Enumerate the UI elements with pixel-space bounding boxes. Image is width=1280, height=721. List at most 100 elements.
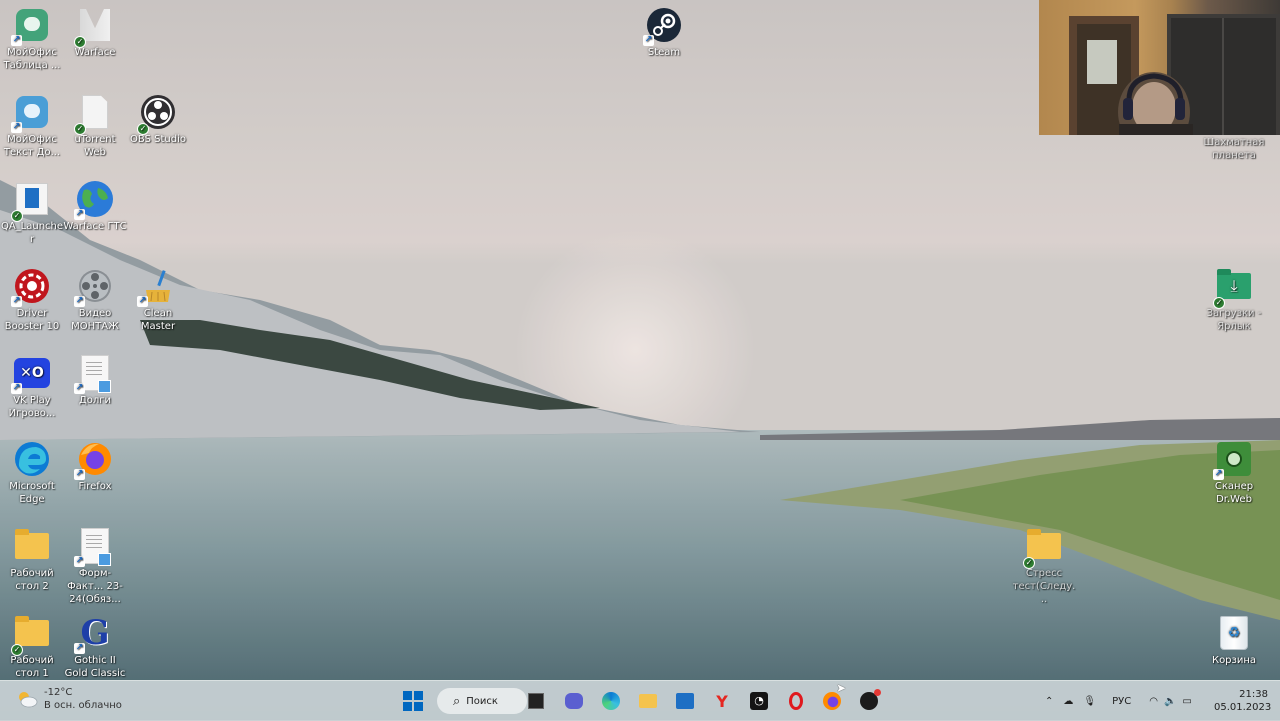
weather-temperature: -12°C (44, 687, 73, 698)
desktop-icon-gothic[interactable]: G ↗ Gothic II Gold Classic (63, 614, 127, 680)
desktop-icon-label: Clean Master (140, 308, 176, 332)
vk-play-icon: ✕O ↗ (11, 354, 51, 394)
chat-button[interactable] (562, 689, 586, 713)
chat-icon (565, 693, 583, 709)
desktop-icon-vk-play[interactable]: ✕O ↗ VK Play Игрово... (0, 354, 64, 420)
mouse-cursor: ➤ (836, 681, 847, 695)
globe-icon: ↗ (74, 180, 114, 220)
desktop-icon-label: Загрузки - Ярлык (1206, 308, 1262, 332)
desktop-icon-qa-launcher[interactable]: ✓ QA_Launcher (0, 180, 64, 246)
search-icon: ⌕ (453, 693, 461, 709)
battery-icon[interactable]: ▭ (1182, 696, 1191, 707)
desktop-icon-label: Рабочий стол 2 (10, 568, 54, 592)
desktop-icon-moi-tablitsy[interactable]: ↗ МойОфис Таблица ... (0, 6, 64, 72)
weather-widget[interactable]: -12°C В осн. облачно (16, 686, 122, 712)
desktop-icon-driver-booster[interactable]: ↗ Driver Booster 10 (0, 267, 64, 333)
steam-icon: ↗ (643, 6, 683, 46)
desktop-icon-label: Microsoft Edge (9, 481, 55, 505)
desktop-icon-label: OBS Studio (130, 134, 186, 145)
desktop-icon-warface[interactable]: ✓ Warface (63, 6, 127, 59)
desktop-icon-label: Рабочий стол 1 (10, 655, 54, 679)
spreadsheet-app-icon: ↗ (11, 6, 51, 46)
start-icon (403, 691, 423, 711)
search-label: Поиск (466, 695, 498, 707)
volume-icon[interactable]: 🔈 (1164, 696, 1176, 707)
folder-icon: ✓ (11, 614, 51, 656)
desktop-icon-chess[interactable]: Шахматная планета (1202, 136, 1266, 162)
desktop-icon-drweb[interactable]: ↗ Сканер Dr.Web (1202, 440, 1266, 506)
speed-app-button[interactable]: ◔ (747, 689, 771, 713)
desktop-icon-desktop1[interactable]: ✓ Рабочий стол 1 (0, 614, 64, 680)
clock-date: 05.01.2023 (1214, 702, 1272, 713)
desktop-icon-edge[interactable]: Microsoft Edge (0, 440, 64, 506)
folder-icon (13, 527, 51, 565)
language-indicator[interactable]: РУС (1112, 696, 1131, 707)
broom-icon: ↗ (137, 267, 177, 307)
speedometer-icon: ◔ (750, 692, 768, 710)
document-icon: ↗ (74, 527, 114, 567)
desktop-icon-label: МойОфис Таблица ... (3, 47, 61, 71)
desktop-icon-moi-tekst[interactable]: ↗ МойОфис Текст До... (0, 93, 64, 159)
clock[interactable]: 21:38 05.01.2023 (1214, 688, 1272, 714)
drweb-spider-icon: ↗ (1213, 440, 1253, 480)
firefox-icon: ↗ (74, 440, 114, 480)
desktop-icon-dolgi[interactable]: ↗ Долги (63, 354, 127, 407)
desktop-icon-warface-gts[interactable]: ↗ Warface ГТС (63, 180, 127, 233)
desktop-icon-stress[interactable]: ✓ Стресс тест(Следу... (1012, 527, 1076, 606)
desktop-icon-label: Шахматная планета (1203, 137, 1265, 161)
desktop-icon-firefox[interactable]: ↗ Firefox (63, 440, 127, 493)
desktop-icon-label: Steam (647, 47, 681, 58)
desktop-icon-label: Warface (74, 47, 116, 58)
clock-time: 21:38 (1239, 689, 1268, 700)
chevron-up-icon[interactable]: ⌃ (1045, 696, 1053, 707)
desktop-icon-label: Видео МОНТАЖ (71, 308, 119, 332)
obs-icon: ✓ (137, 93, 177, 135)
desktop-icon-label: Firefox (78, 481, 112, 492)
desktop-icon-label: Сканер Dr.Web (1214, 481, 1254, 505)
edge-taskbar-button[interactable] (599, 689, 623, 713)
opera-icon (789, 692, 803, 710)
desktop-icon-video-montazh[interactable]: ↗ Видео МОНТАЖ (63, 267, 127, 333)
weather-description: В осн. облачно (44, 700, 122, 711)
microphone-icon[interactable]: 🎙 (1083, 696, 1096, 707)
launcher-icon: ✓ (11, 180, 51, 222)
desktop-icon-steam[interactable]: ↗ Steam (632, 6, 696, 59)
text-editor-app-icon: ↗ (11, 93, 51, 133)
desktop-icon-label: Warface ГТС (63, 221, 127, 232)
desktop-icon-label: Стресс тест(Следу... (1012, 568, 1076, 605)
explorer-icon (639, 694, 657, 708)
task-view-button[interactable] (524, 689, 548, 713)
desktop-icon-obs[interactable]: ✓ OBS Studio (126, 93, 190, 146)
explorer-button[interactable] (636, 689, 660, 713)
desktop-icon-downloads[interactable]: ⤓ ✓ Загрузки - Ярлык (1202, 267, 1266, 333)
file-icon: ✓ (74, 93, 114, 135)
yandex-browser-button[interactable]: Y (710, 689, 734, 713)
taskbar: -12°C В осн. облачно ⌕ Поиск Y ◔ ➤ ⌃ ☁ 🎙… (0, 680, 1280, 721)
warface-icon: ✓ (74, 6, 114, 48)
start-button[interactable] (401, 689, 425, 713)
desktop-icon-label: Gothic II Gold Classic (64, 655, 126, 679)
task-view-icon (528, 693, 544, 709)
film-reel-icon: ↗ (74, 267, 114, 307)
cloud-sun-icon (19, 692, 38, 708)
desktop-icon-form-fakt[interactable]: ↗ Форм-Факт... 23-24(Обяз... (63, 527, 127, 606)
cloud-sync-icon[interactable]: ☁ (1063, 696, 1073, 707)
desktop-icon-desktop2[interactable]: Рабочий стол 2 (0, 527, 64, 593)
store-button[interactable] (673, 689, 697, 713)
yandex-icon: Y (716, 691, 728, 711)
taskbar-search[interactable]: ⌕ Поиск (437, 688, 527, 714)
system-tray: ⌃ ☁ 🎙 РУС ◠ 🔈 ▭ (1045, 681, 1192, 721)
store-icon (676, 693, 694, 709)
wifi-icon[interactable]: ◠ (1149, 696, 1158, 707)
driver-booster-icon: ↗ (11, 267, 51, 307)
desktop-icon-clean-master[interactable]: ↗ Clean Master (126, 267, 190, 333)
edge-icon (602, 692, 620, 710)
desktop-icon-utorrent[interactable]: ✓ uTorrent Web (63, 93, 127, 159)
desktop-icon-label: Driver Booster 10 (4, 308, 60, 332)
opera-button[interactable] (784, 689, 808, 713)
desktop-icon-label: МойОфис Текст До... (3, 134, 61, 158)
webcam-overlay (1039, 0, 1280, 135)
desktop-icon-label: Форм-Факт... 23-24(Обяз... (67, 568, 123, 605)
desktop-icon-recycle-bin[interactable]: ♻ Корзина (1202, 614, 1266, 667)
steam-chess-button[interactable] (857, 689, 881, 713)
